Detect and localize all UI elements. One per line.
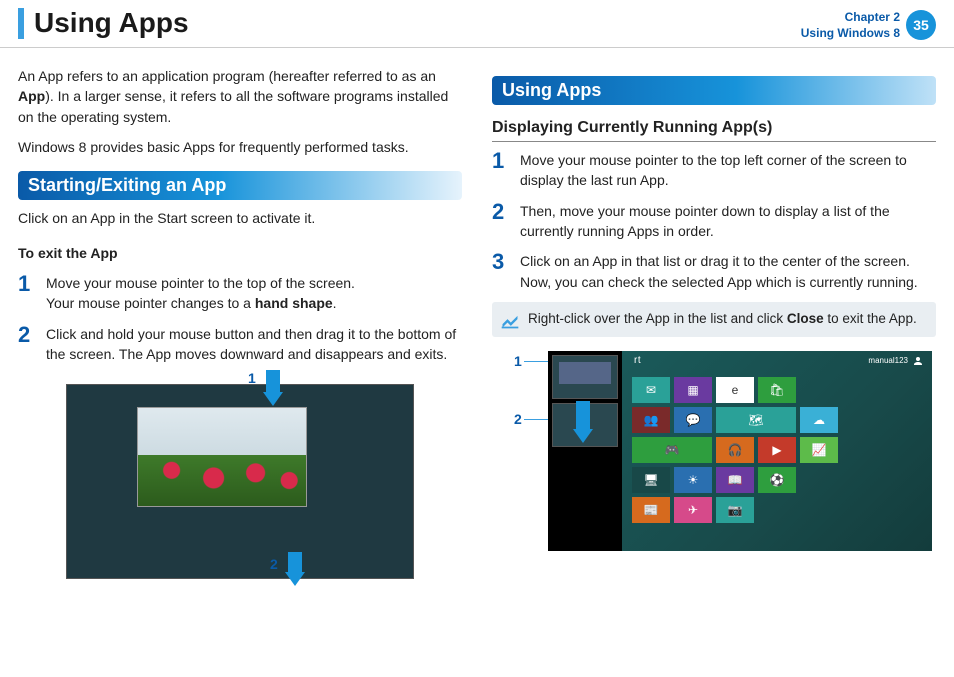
step-text: Move your mouse pointer to the top left … xyxy=(520,150,936,191)
running-step-2: 2 Then, move your mouse pointer down to … xyxy=(492,201,936,242)
tile-games: 🎮 xyxy=(632,437,712,463)
figure-app-switcher xyxy=(548,351,622,551)
user-icon xyxy=(912,355,924,367)
step-text: Move your mouse pointer to the top of th… xyxy=(46,273,355,314)
down-arrow-icon xyxy=(288,552,302,572)
tile-calendar: ▦ xyxy=(674,377,712,403)
tile-empty xyxy=(842,377,880,403)
tile-empty xyxy=(800,467,838,493)
start-screen-label: rt xyxy=(634,355,641,366)
down-arrow-head-icon xyxy=(285,572,305,586)
chapter-line-1: Chapter 2 xyxy=(801,10,900,26)
tile-sports: ⚽ xyxy=(758,467,796,493)
callout-line-icon xyxy=(524,419,548,420)
intro-paragraph-2: Windows 8 provides basic Apps for freque… xyxy=(18,137,462,157)
figure-callout-1: 1 xyxy=(248,370,256,386)
tile-travel: ✈ xyxy=(674,497,712,523)
step-text: Click and hold your mouse button and the… xyxy=(46,324,462,365)
left-column: An App refers to an application program … xyxy=(18,62,462,579)
figure-callout-1: 1 xyxy=(514,353,522,369)
page-header: Using Apps Chapter 2 Using Windows 8 35 xyxy=(0,0,954,48)
tile-empty xyxy=(800,377,838,403)
figure-app-window xyxy=(137,407,307,507)
page-number-badge: 35 xyxy=(906,10,936,40)
figure-callout-2: 2 xyxy=(514,411,522,427)
tile-video: ▶ xyxy=(758,437,796,463)
note-close-app: Right-click over the App in the list and… xyxy=(492,302,936,337)
intro-paragraph-1: An App refers to an application program … xyxy=(18,66,462,127)
exit-subheading: To exit the App xyxy=(18,243,462,263)
exit-step-2: 2 Click and hold your mouse button and t… xyxy=(18,324,462,365)
step-number: 1 xyxy=(492,150,510,172)
step-text: Click on an App in that list or drag it … xyxy=(520,251,936,292)
section-lead: Click on an App in the Start screen to a… xyxy=(18,208,462,228)
tile-ie: e xyxy=(716,377,754,403)
page-title: Using Apps xyxy=(18,8,189,39)
step-number: 1 xyxy=(18,273,36,295)
exit-step-1: 1 Move your mouse pointer to the top of … xyxy=(18,273,462,314)
tile-desktop: 🖥 xyxy=(632,467,670,493)
start-screen-user: manual123 xyxy=(868,355,924,367)
right-column: Using Apps Displaying Currently Running … xyxy=(492,62,936,579)
tile-empty xyxy=(842,407,880,433)
figure-desktop-background xyxy=(66,384,414,579)
tile-reader: 📖 xyxy=(716,467,754,493)
tile-empty xyxy=(842,437,880,463)
figure-running-apps: 1 2 rt manual123 ✉ ▦ xyxy=(502,351,932,551)
down-arrow-head-icon xyxy=(573,429,593,443)
running-steps: 1 Move your mouse pointer to the top lef… xyxy=(492,150,936,292)
down-arrow-icon xyxy=(266,370,280,392)
tile-news: 📰 xyxy=(632,497,670,523)
tile-weather: ☀ xyxy=(674,467,712,493)
down-arrow-icon xyxy=(576,401,590,429)
running-step-3: 3 Click on an App in that list or drag i… xyxy=(492,251,936,292)
tile-music: 🎧 xyxy=(716,437,754,463)
step-number: 2 xyxy=(18,324,36,346)
step-number: 2 xyxy=(492,201,510,223)
figure-callout-2: 2 xyxy=(270,556,278,572)
switcher-thumbnail xyxy=(552,355,618,399)
tile-skydrive: ☁ xyxy=(800,407,838,433)
tile-finance: 📈 xyxy=(800,437,838,463)
chapter-info: Chapter 2 Using Windows 8 35 xyxy=(801,8,936,41)
callout-line-icon xyxy=(524,361,548,362)
tile-messaging: 💬 xyxy=(674,407,712,433)
step-text: Then, move your mouse pointer down to di… xyxy=(520,201,936,242)
running-step-1: 1 Move your mouse pointer to the top lef… xyxy=(492,150,936,191)
note-icon xyxy=(500,310,520,330)
sub-heading-display-running: Displaying Currently Running App(s) xyxy=(492,119,936,142)
tile-maps: 🗺 xyxy=(716,407,796,433)
exit-steps: 1 Move your mouse pointer to the top of … xyxy=(18,273,462,364)
section-heading-starting-exiting: Starting/Exiting an App xyxy=(18,171,462,200)
down-arrow-head-icon xyxy=(263,392,283,406)
step-number: 3 xyxy=(492,251,510,273)
tile-people: 👥 xyxy=(632,407,670,433)
tile-camera: 📷 xyxy=(716,497,754,523)
figure-start-screen: rt manual123 ✉ ▦ e 🛍 👥 💬 🗺 ☁ xyxy=(622,351,932,551)
chapter-line-2: Using Windows 8 xyxy=(801,26,900,42)
tile-empty xyxy=(842,467,880,493)
tile-mail: ✉ xyxy=(632,377,670,403)
start-tiles-grid: ✉ ▦ e 🛍 👥 💬 🗺 ☁ 🎮 🎧 ▶ 📈 🖥 xyxy=(632,377,922,523)
tile-store: 🛍 xyxy=(758,377,796,403)
section-heading-using-apps: Using Apps xyxy=(492,76,936,105)
figure-exit-app: 1 2 xyxy=(50,374,430,579)
